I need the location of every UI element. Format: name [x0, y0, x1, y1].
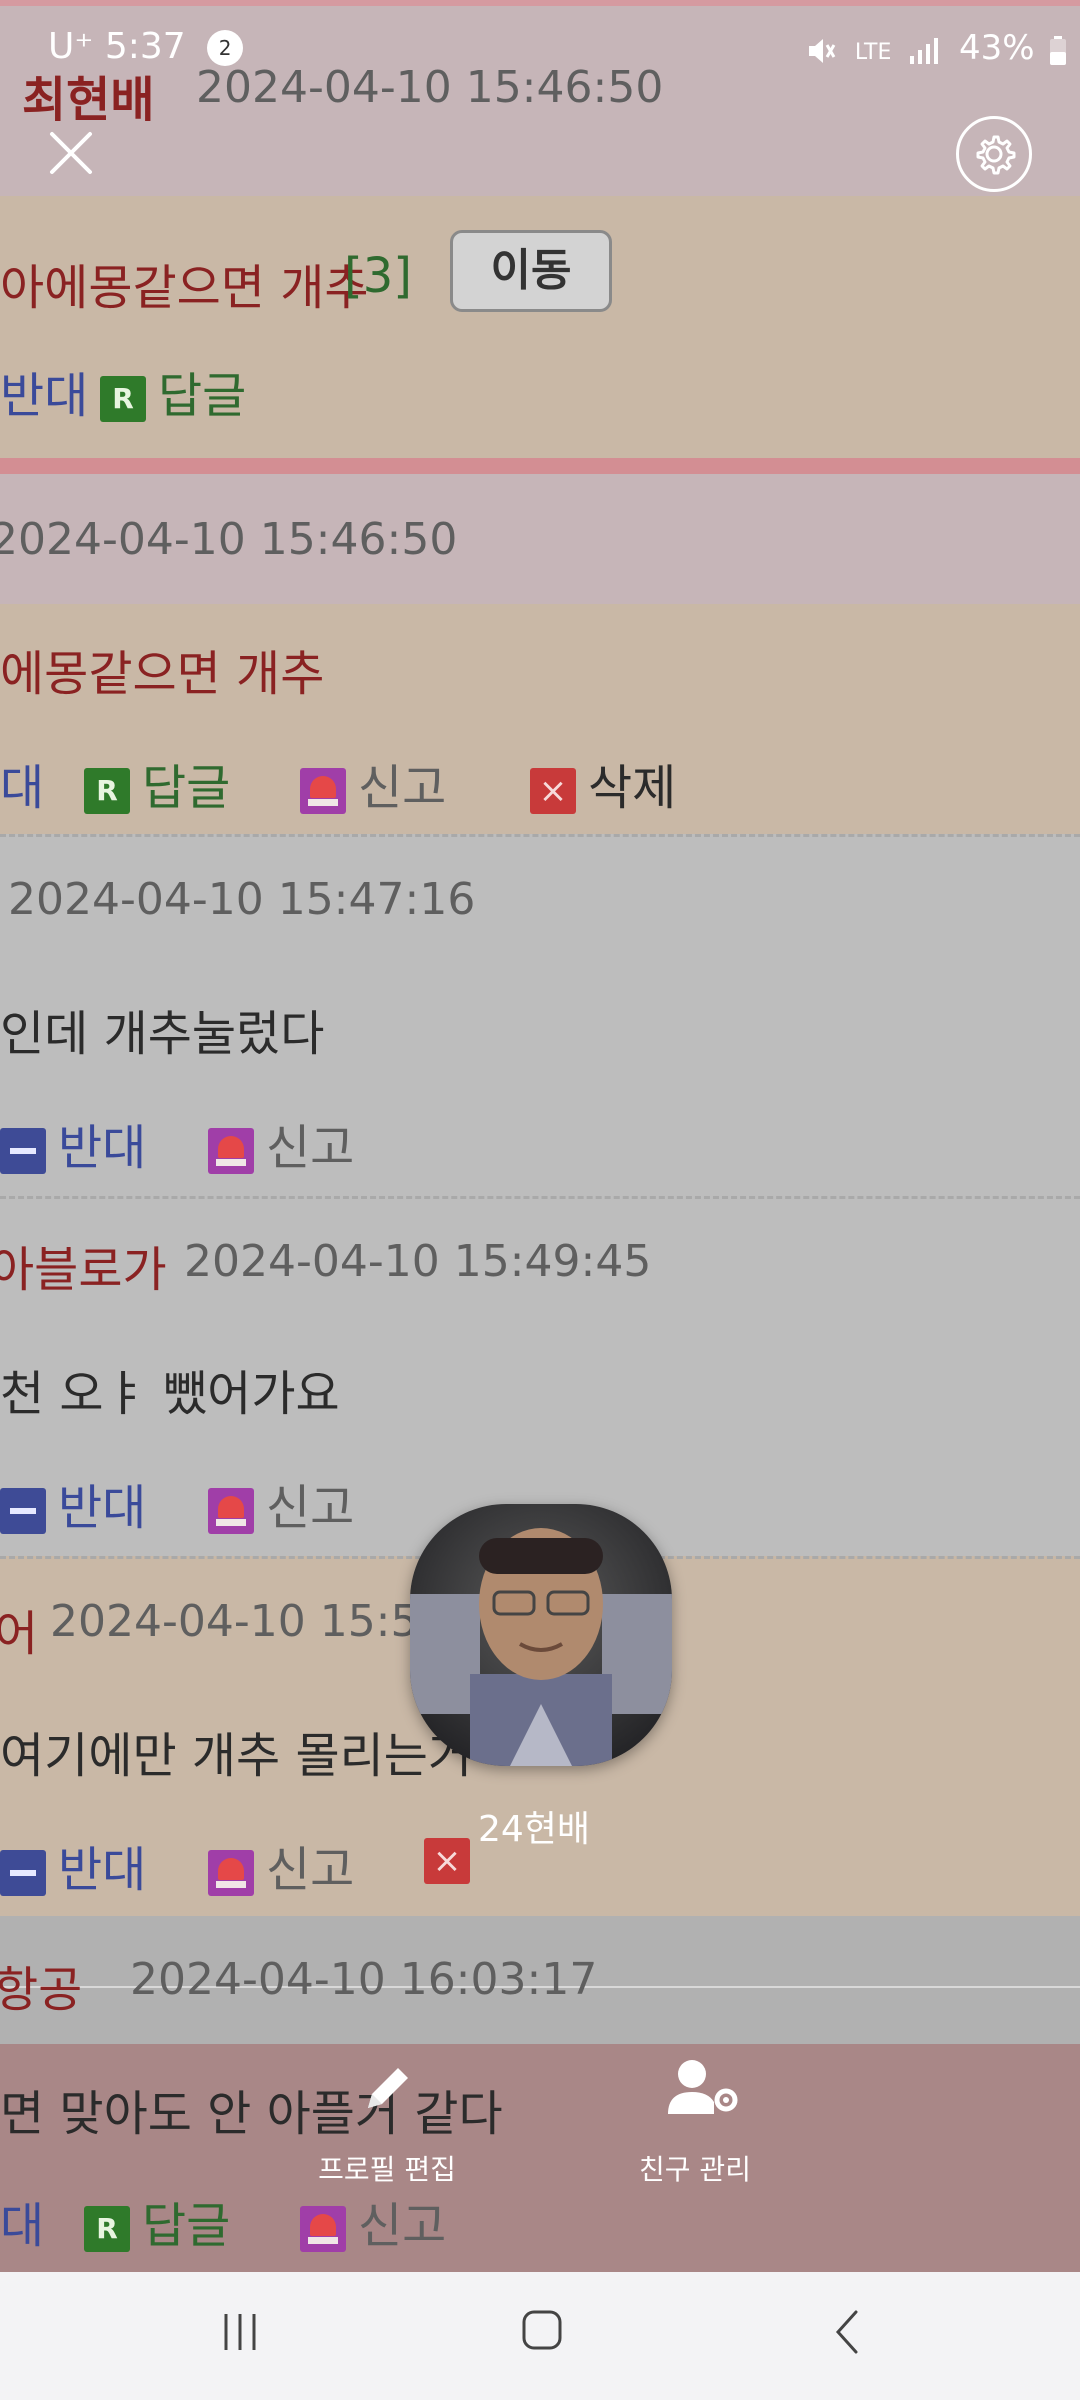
profile-avatar[interactable] [410, 1504, 672, 1766]
report-label: 신고 [358, 760, 447, 816]
oppose-action[interactable]: 반대 [0, 1108, 146, 1178]
battery-icon [1049, 35, 1067, 65]
gear-icon [976, 135, 1016, 175]
report-action[interactable]: 신고 [208, 1108, 354, 1178]
comment-author: 아블로가 [0, 1242, 167, 1298]
move-button[interactable]: 이동 [450, 230, 612, 312]
siren-icon [208, 1128, 254, 1174]
comment-separator [0, 834, 1080, 837]
delete-label: 삭제 [588, 760, 677, 816]
reply-icon: R [84, 768, 130, 814]
reply-icon: R [100, 376, 146, 422]
comment-date: 2024-04-10 15:49:45 [184, 1236, 652, 1287]
report-label: 신고 [266, 1120, 355, 1176]
home-icon [522, 2310, 562, 2350]
minus-icon [0, 1488, 46, 1534]
back-icon [835, 2310, 858, 2354]
status-bar-right: LTE 43% [806, 28, 1067, 68]
close-icon[interactable] [46, 128, 96, 178]
oppose-label: 반대 [58, 1842, 147, 1898]
avatar-photo [410, 1504, 672, 1766]
recommend-count: [3] [344, 248, 412, 304]
comment-author: 최현배 [22, 72, 155, 128]
comment-text: 천 오ㅑ 뺐어가요 [0, 1366, 340, 1422]
report-action[interactable]: 신고 [208, 1830, 354, 1900]
profile-name: 24현배 [478, 1809, 591, 1850]
comment-separator [0, 1196, 1080, 1199]
pencil-icon [368, 2068, 408, 2108]
siren-icon [208, 1850, 254, 1896]
report-label: 신고 [266, 1842, 355, 1898]
comment-text: 인데 개추눌렀다 [0, 1006, 325, 1062]
reply-action[interactable]: R 답글 [84, 2186, 230, 2256]
battery-percent: 43% [959, 28, 1035, 68]
comment-date: 2024-04-10 15:46:50 [196, 62, 664, 113]
siren-icon [300, 768, 346, 814]
move-button-label: 이동 [490, 245, 572, 296]
signal-icon [908, 35, 939, 65]
system-nav-bar [0, 2272, 1080, 2400]
notification-count: 2 [218, 36, 232, 60]
reply-label: 답글 [142, 2198, 231, 2254]
oppose-action[interactable]: 반대 [0, 356, 88, 426]
recent-apps-button[interactable] [218, 2310, 262, 2354]
comment-date: 2024-04-10 15:50 [50, 1596, 447, 1647]
comment-date: 2024-04-10 15:47:16 [8, 874, 476, 925]
report-action[interactable]: 신고 [300, 2186, 446, 2256]
comment-text: 에몽같으면 개추 [0, 646, 325, 702]
oppose-action[interactable]: 반대 [0, 1830, 146, 1900]
comment-date: 2024-04-10 16:03:17 [130, 1954, 598, 2005]
reply-icon: R [84, 2206, 130, 2252]
comment-text: 아에몽같으면 개추 [0, 260, 369, 316]
user-settings-icon [668, 2060, 738, 2114]
reply-action[interactable]: R 답글 [84, 748, 230, 818]
reply-label: 답글 [142, 760, 231, 816]
mute-icon [806, 35, 836, 65]
minus-icon [0, 1128, 46, 1174]
report-label: 신고 [266, 1480, 355, 1536]
manage-friends-label: 친구 관리 [639, 2153, 751, 2186]
delete-icon: × [424, 1838, 470, 1884]
back-button[interactable] [826, 2308, 870, 2356]
edit-profile-label: 프로필 편집 [318, 2153, 456, 2186]
comment-date: 2024-04-10 15:46:50 [0, 514, 458, 565]
section-divider [0, 458, 1080, 474]
manage-friends-button[interactable]: 친구 관리 [620, 2056, 770, 2190]
recent-apps-icon [224, 2314, 256, 2350]
oppose-action[interactable]: 대 [0, 748, 44, 818]
edit-profile-button[interactable]: 프로필 편집 [312, 2060, 462, 2190]
top-accent-line [0, 0, 1080, 6]
delete-action[interactable]: × 삭제 [530, 748, 676, 818]
comment-author: 항공 [0, 1962, 83, 2018]
oppose-action[interactable]: 대 [0, 2186, 44, 2256]
report-action[interactable]: 신고 [300, 748, 446, 818]
report-label: 신고 [358, 2198, 447, 2254]
reply-label: 답글 [158, 368, 247, 424]
report-action[interactable]: 신고 [208, 1468, 354, 1538]
minus-icon [0, 1850, 46, 1896]
reply-action[interactable]: R 답글 [100, 356, 246, 426]
home-button[interactable] [520, 2308, 564, 2352]
delete-icon: × [530, 768, 576, 814]
siren-icon [208, 1488, 254, 1534]
delete-action[interactable]: × [424, 1838, 482, 1884]
oppose-action[interactable]: 반대 [0, 1468, 146, 1538]
comment-text: 여기에만 개추 몰리는거 [0, 1728, 473, 1784]
oppose-label: 반대 [58, 1480, 147, 1536]
settings-button[interactable] [956, 116, 1032, 192]
oppose-label: 반대 [58, 1120, 147, 1176]
notification-count-badge: 2 [207, 30, 244, 66]
comment-author: 어 [0, 1606, 39, 1662]
network-type: LTE [854, 40, 892, 65]
siren-icon [300, 2206, 346, 2252]
